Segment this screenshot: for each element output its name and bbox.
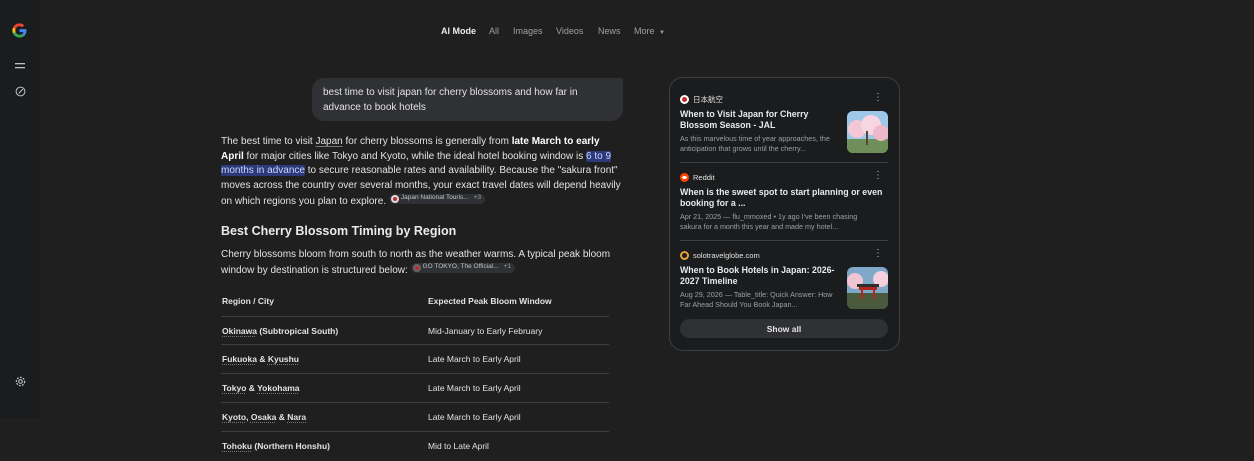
tab-all[interactable]: All	[489, 26, 499, 36]
settings-gear-icon[interactable]	[11, 372, 29, 390]
jal-favicon-icon	[680, 94, 689, 104]
table-row: Tohoku (Northern Honshu) Mid to Late Apri…	[221, 431, 609, 461]
answer-text: for cherry blossoms is generally from	[342, 136, 512, 147]
source-snippet: As this marvelous time of year approache…	[680, 134, 830, 153]
source-card[interactable]: 日本航空 ⋮ When to Visit Japan for Cherry Bl…	[680, 93, 889, 173]
region-link[interactable]: Osaka	[251, 412, 277, 422]
source-card[interactable]: solotravelglobe.com ⋮ When to Book Hotel…	[680, 249, 889, 311]
chip-more-count: +1	[503, 263, 512, 271]
jnto-favicon-icon	[390, 194, 399, 203]
bloom-window-cell: Mid-January to Early February	[428, 326, 543, 336]
region-text: &	[276, 412, 288, 422]
source-site-name: Reddit	[693, 172, 715, 182]
answer-text: The best time to visit	[221, 136, 316, 147]
source-site: solotravelglobe.com	[680, 249, 760, 261]
tab-images[interactable]: Images	[513, 26, 543, 36]
region-link[interactable]: Yokohama	[257, 383, 299, 393]
region-text: &	[256, 354, 268, 364]
bloom-window-cell: Late March to Early April	[428, 354, 521, 364]
region-cell: Kyoto, Osaka & Nara	[222, 412, 306, 422]
source-site-name: 日本航空	[693, 94, 723, 104]
go-tokyo-favicon-icon	[412, 263, 421, 272]
google-logo-icon[interactable]	[11, 22, 28, 39]
source-snippet: Apr 21, 2025 — flu_mmoxed • 1y ago I've …	[680, 212, 858, 231]
solotravelglobe-favicon-icon	[680, 250, 689, 260]
table-row: Fukuoka & Kyushu Late March to Early Apri…	[221, 344, 609, 374]
section-heading: Best Cherry Blossom Timing by Region	[221, 224, 457, 238]
tab-videos[interactable]: Videos	[556, 26, 583, 36]
table-row: Kyoto, Osaka & Nara Late March to Early A…	[221, 402, 609, 432]
caret-down-icon: ▼	[659, 30, 665, 36]
rail-footer	[0, 418, 40, 448]
reddit-favicon-icon	[680, 172, 689, 182]
table-row: Okinawa (Subtropical South) Mid-January t…	[221, 316, 609, 346]
tab-more-label: More	[634, 26, 655, 36]
region-link[interactable]: Tokyo	[222, 383, 246, 393]
ai-answer-paragraph-2: Cherry blossoms bloom from south to nort…	[221, 248, 623, 278]
region-text: (Northern Honshu)	[252, 441, 330, 451]
left-rail	[0, 0, 40, 418]
source-snippet: Aug 29, 2026 — Table_title: Quick Answer…	[680, 290, 833, 309]
bloom-window-cell: Late March to Early April	[428, 383, 521, 393]
region-cell: Tokyo & Yokohama	[222, 383, 299, 393]
japan-link[interactable]: Japan	[315, 136, 342, 147]
source-site: 日本航空	[680, 93, 723, 105]
tab-ai-mode[interactable]: AI Mode	[441, 26, 476, 36]
more-options-icon[interactable]: ⋮	[873, 93, 883, 103]
chip-label: GO TOKYO, The Official...	[422, 263, 499, 271]
region-cell: Fukuoka & Kyushu	[222, 354, 299, 364]
card-divider	[680, 162, 888, 163]
sources-panel: 日本航空 ⋮ When to Visit Japan for Cherry Bl…	[669, 77, 900, 351]
region-link[interactable]: Okinawa	[222, 326, 257, 336]
menu-icon[interactable]	[11, 57, 29, 75]
answer-text: for major cities like Tokyo and Kyoto, w…	[243, 150, 586, 162]
table-row: Tokyo & Yokohama Late March to Early Apri…	[221, 373, 609, 403]
chip-label: Japan National Touris...	[400, 194, 469, 202]
ai-answer-paragraph: The best time to visit Japan for cherry …	[221, 135, 623, 210]
source-card[interactable]: Reddit ⋮ When is the sweet spot to start…	[680, 171, 889, 231]
more-options-icon[interactable]: ⋮	[873, 249, 883, 259]
user-query-text: best time to visit japan for cherry blos…	[323, 87, 578, 113]
tab-news[interactable]: News	[598, 26, 621, 36]
region-link[interactable]: Kyushu	[268, 354, 299, 364]
source-site: Reddit	[680, 171, 715, 183]
region-link[interactable]: Kyoto	[222, 412, 246, 422]
region-cell: Okinawa (Subtropical South)	[222, 326, 338, 336]
new-chat-icon[interactable]	[11, 82, 29, 100]
region-link[interactable]: Tohoku	[222, 441, 252, 451]
bloom-window-cell: Mid to Late April	[428, 441, 489, 451]
more-options-icon[interactable]: ⋮	[873, 171, 883, 181]
bloom-window-cell: Late March to Early April	[428, 412, 521, 422]
region-link[interactable]: Nara	[287, 412, 306, 422]
region-link[interactable]: Fukuoka	[222, 354, 257, 364]
source-title[interactable]: When to Book Hotels in Japan: 2026-2027 …	[680, 265, 840, 287]
chip-more-count: +3	[473, 194, 482, 202]
source-site-name: solotravelglobe.com	[693, 250, 760, 260]
source-title[interactable]: When is the sweet spot to start planning…	[680, 187, 885, 209]
table-header-region: Region / City	[222, 296, 274, 306]
source-chip[interactable]: Japan National Touris... +3	[388, 193, 486, 204]
card-divider	[680, 240, 888, 241]
region-text: &	[246, 383, 258, 393]
user-query-bubble: best time to visit japan for cherry blos…	[312, 78, 623, 121]
region-text: (Subtropical South)	[256, 326, 339, 336]
tab-more[interactable]: More ▼	[634, 26, 665, 36]
source-chip[interactable]: GO TOKYO, The Official... +1	[410, 262, 516, 273]
cherry-blossom-thumbnail	[847, 111, 888, 153]
table-header-window: Expected Peak Bloom Window	[428, 296, 552, 306]
source-title[interactable]: When to Visit Japan for Cherry Blossom S…	[680, 109, 840, 131]
show-all-button[interactable]: Show all	[680, 319, 888, 338]
region-cell: Tohoku (Northern Honshu)	[222, 441, 330, 451]
japan-temple-thumbnail	[847, 267, 888, 309]
